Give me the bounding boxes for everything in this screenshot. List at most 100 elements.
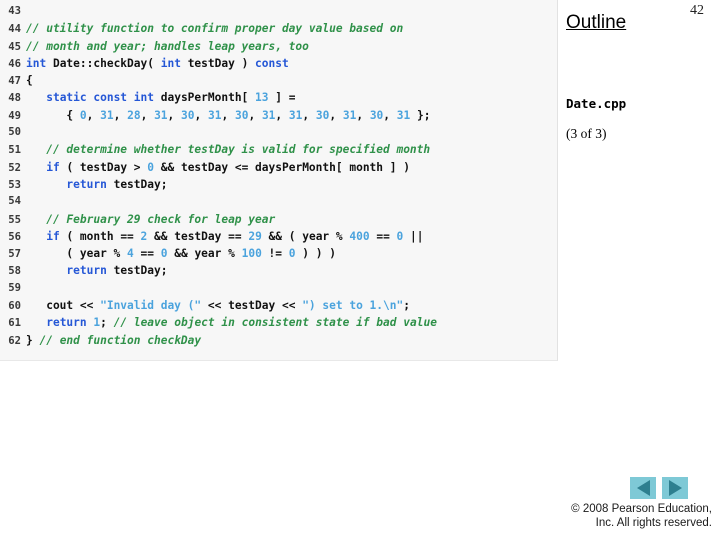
code-line: 43 [0,3,557,20]
code-line-number: 57 [8,248,21,261]
code-token: // February 29 check for leap year [46,212,276,226]
code-token: ; [403,299,410,313]
code-line-number: 45 [8,40,21,53]
code-token: 29 [248,229,262,243]
code-line-source: return 1; // leave object in consistent … [26,314,437,331]
code-token: int [26,56,47,70]
code-line-number: 49 [8,109,21,122]
code-line-number: 47 [8,75,21,88]
code-line: 58 return testDay; [0,262,557,279]
code-token: ] = [268,91,296,105]
code-token: testDay ) [180,56,256,70]
code-line-number: 56 [8,230,21,243]
code-token: == [369,229,397,243]
code-line-number: 60 [8,300,21,313]
code-token: , [86,108,101,122]
code-token: == [133,247,161,261]
code-token: 31 [261,108,276,122]
copyright-line-1: © 2008 Pearson Education, [571,503,712,515]
code-token: // end function checkDay [39,333,202,347]
code-line-source: if ( testDay > 0 && testDay <= daysPerMo… [26,159,410,176]
navigation-controls [630,477,688,499]
code-line-source: int Date::checkDay( int testDay ) const [26,55,289,72]
code-token: 0 [288,247,296,261]
code-line: 59 [0,280,557,297]
next-slide-button[interactable] [662,477,688,499]
code-line-source: if ( month == 2 && testDay == 29 && ( ye… [26,228,424,245]
code-token: , [140,108,155,122]
code-line: 49 { 0, 31, 28, 31, 30, 31, 30, 31, 31, … [0,107,557,124]
code-token: , [194,108,208,122]
previous-slide-button[interactable] [630,477,656,499]
code-token: const [255,56,289,70]
code-token: && ( year % [261,229,350,243]
code-token: && year % [167,247,242,261]
code-line-number: 55 [8,213,21,226]
code-token: , [248,108,262,122]
code-line: 60 cout << "Invalid day (" << testDay <<… [0,297,557,314]
code-token: 31 [208,108,222,122]
code-line-source: // February 29 check for leap year [26,211,275,228]
code-line-source: { 0, 31, 28, 31, 30, 31, 30, 31, 31, 30,… [26,107,430,124]
code-token: 30 [369,108,384,122]
code-line-source: // determine whether testDay is valid fo… [26,141,430,158]
code-lines-container: 43 44 // utility function to confirm prope… [0,3,557,349]
code-token: }; [410,108,431,122]
code-token: 0 [147,160,155,174]
code-token: , [221,108,235,122]
outline-progress: (3 of 3) [566,126,607,141]
code-token: , [356,108,370,122]
code-token: 0 [160,247,168,261]
code-line-source: static const int daysPerMonth[ 13 ] = [26,89,295,106]
code-token: , [329,108,343,122]
code-token: && testDay == [147,229,249,243]
code-line-number: 43 [8,5,21,17]
code-token: , [167,108,182,122]
code-token: && testDay <= daysPerMonth[ month ] ) [154,160,410,174]
code-token: || [403,229,424,243]
code-token: 31 [154,108,168,122]
code-token: Date::checkDay( [46,56,161,70]
code-line: 61 return 1; // leave object in consiste… [0,314,557,331]
code-line-number: 44 [8,23,21,36]
code-line-number: 59 [8,281,21,294]
code-token: ( year % [26,247,128,261]
code-line-source: return testDay; [26,262,167,279]
code-token: 31 [100,108,114,122]
code-token: if [46,229,60,243]
code-line: 50 [0,124,557,141]
code-line-number: 54 [8,195,21,208]
code-token: static const int [46,91,154,105]
code-line: 45 // month and year; handles leap years,… [0,38,557,55]
code-token: ) ) ) [295,247,336,261]
code-token: 31 [342,108,357,122]
code-line-number: 51 [8,144,21,157]
triangle-left-icon [636,480,650,496]
code-token: 13 [255,91,269,105]
code-token: , [113,108,128,122]
code-token: return [46,316,87,330]
code-token: 30 [181,108,195,122]
code-line-source: } // end function checkDay [26,332,201,349]
code-line-number: 53 [8,178,21,191]
outline-panel: Outline Date.cpp (3 of 3) [566,12,716,142]
outline-file-name: Date.cpp [566,96,627,111]
triangle-right-icon [668,480,682,496]
code-line-number: 62 [8,334,21,347]
code-token: 31 [396,108,411,122]
code-token: 30 [315,108,330,122]
code-token: , [302,108,316,122]
code-token: ") set to 1.\n" [302,299,404,313]
code-token: // month and year; handles leap years, t… [26,39,309,53]
code-line-number: 48 [8,92,21,105]
copyright-notice: © 2008 Pearson Education, Inc. All right… [492,502,712,530]
copyright-line-2: Inc. All rights reserved. [595,517,712,529]
code-line: 46 int Date::checkDay( int testDay ) cons… [0,55,557,72]
code-token: << testDay << [201,299,303,313]
code-token: return [66,177,107,191]
code-token: ( testDay > [59,160,148,174]
code-token: 31 [288,108,303,122]
